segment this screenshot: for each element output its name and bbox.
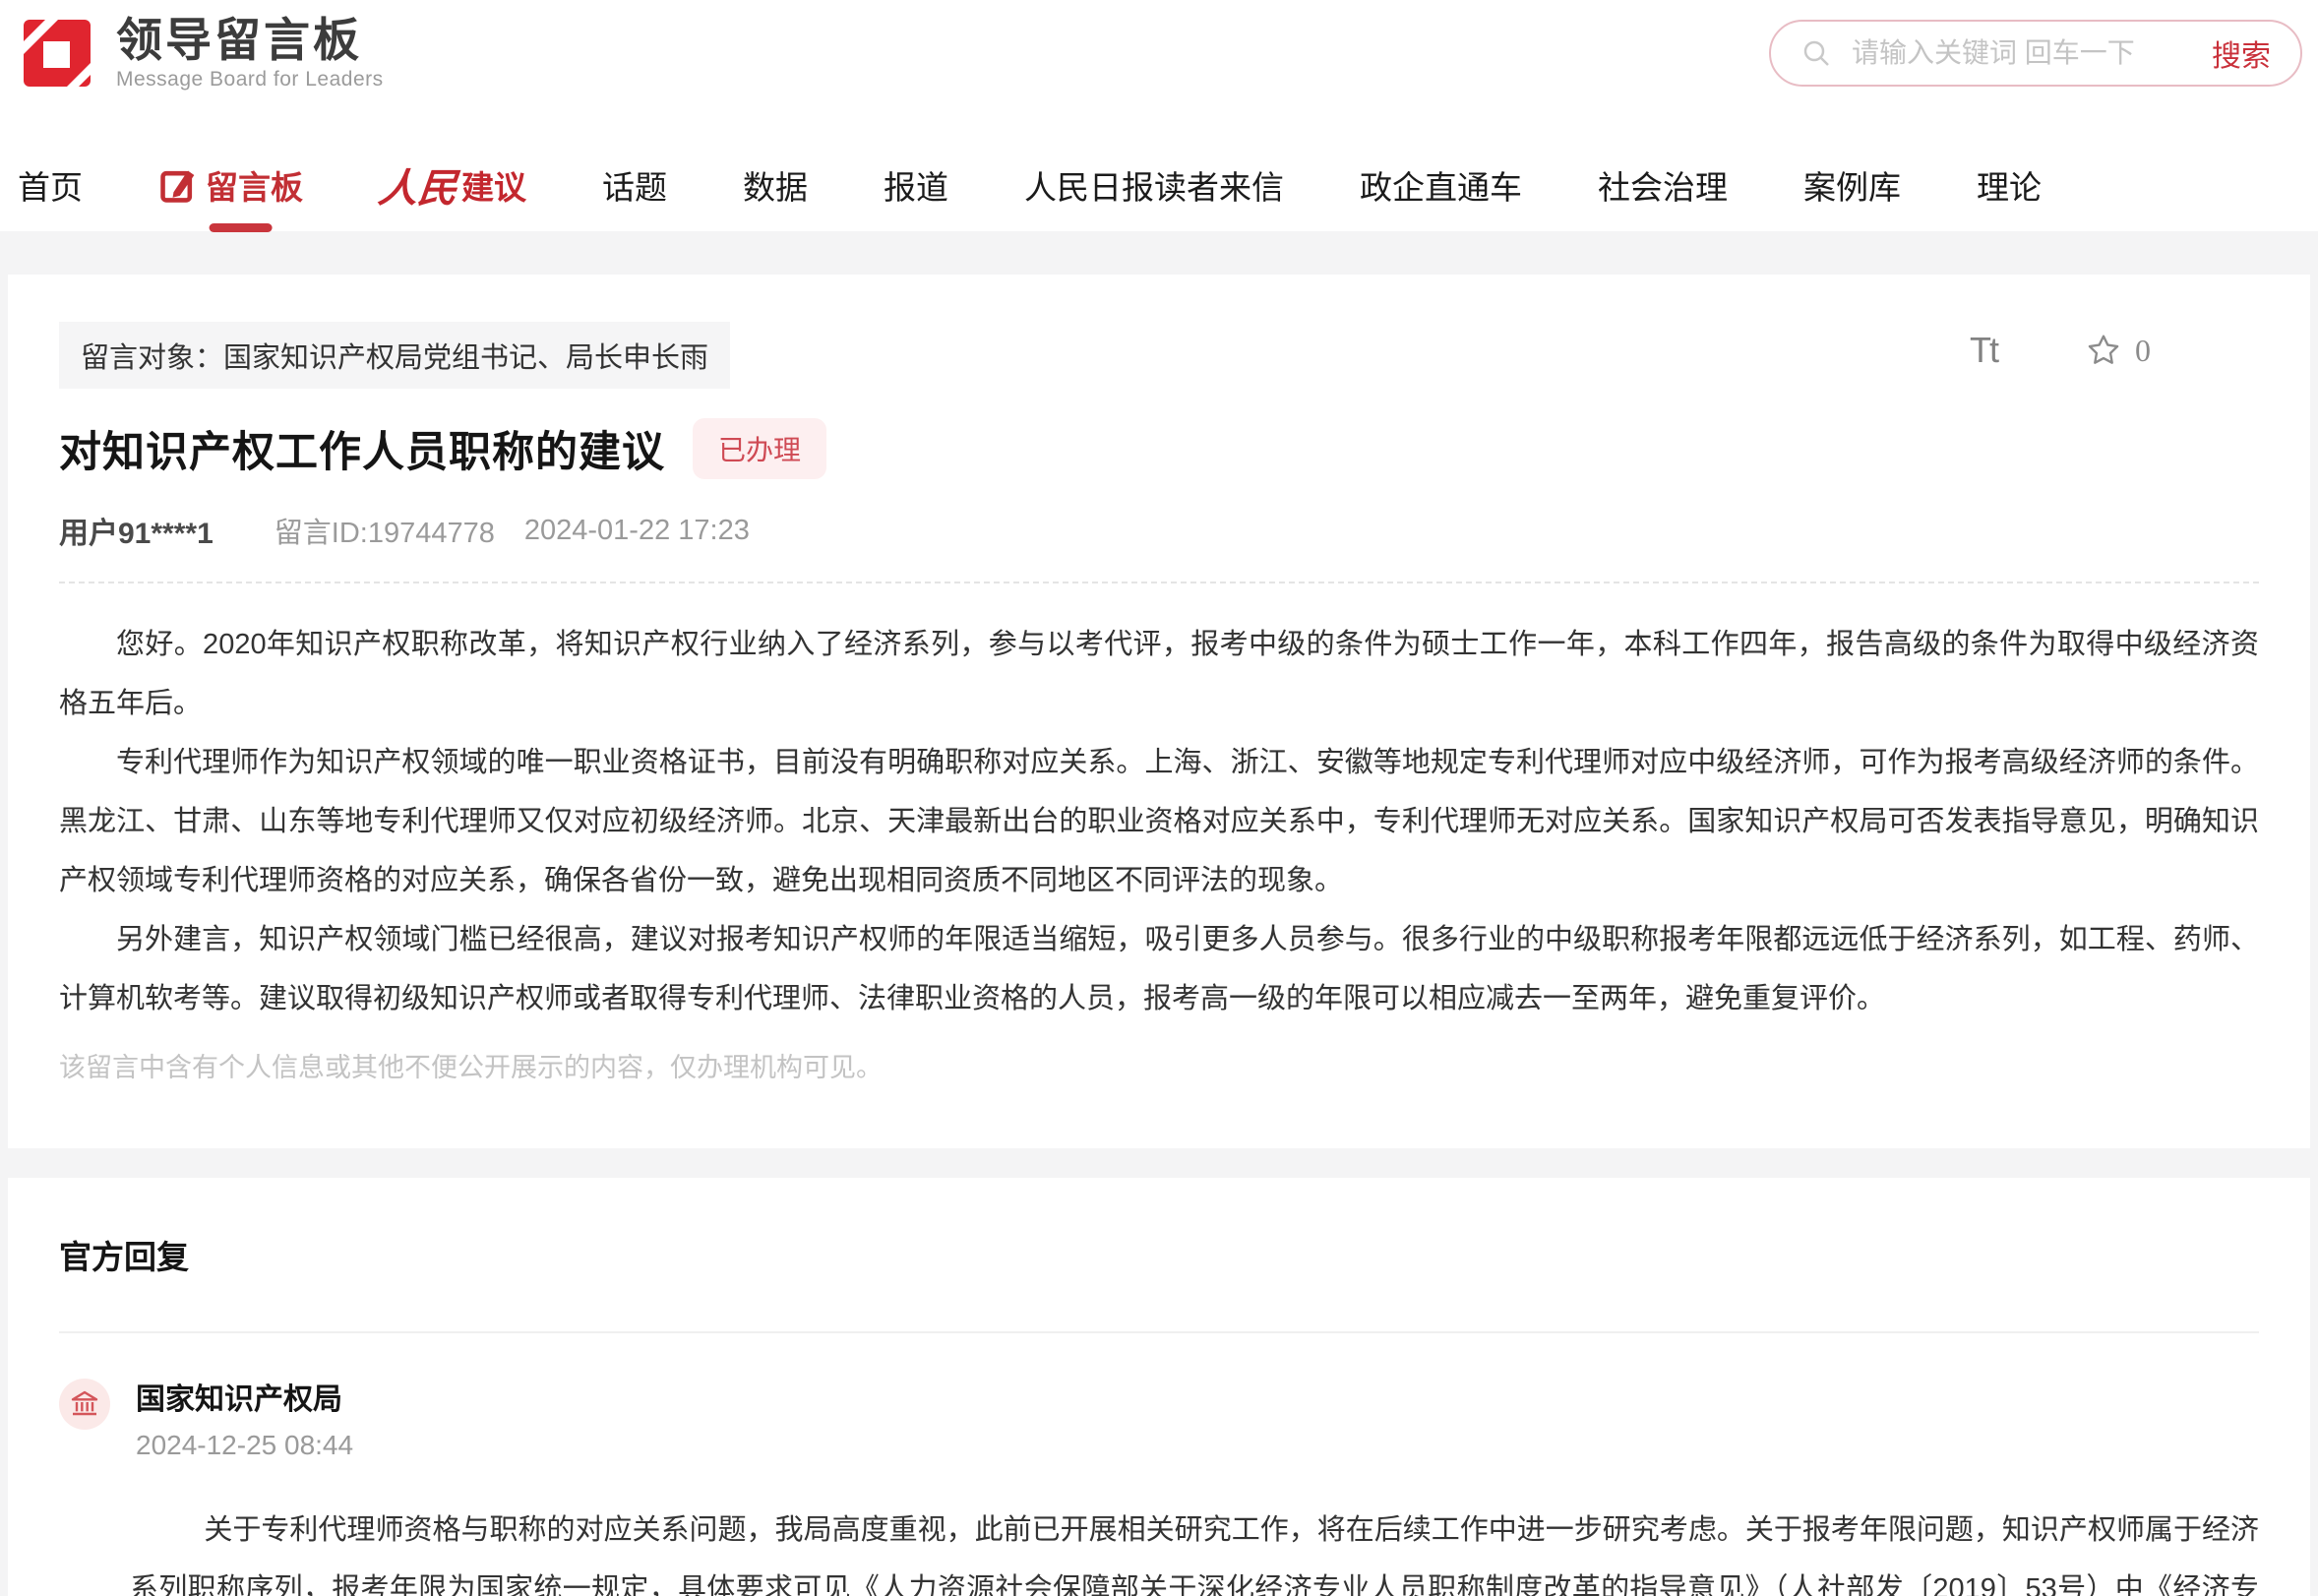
nav-item-reports[interactable]: 报道 — [884, 161, 948, 209]
logo-title: 领导留言板 — [116, 15, 384, 66]
nav-item-reader-letters[interactable]: 人民日报读者来信 — [1024, 161, 1284, 209]
message-body: 您好。2020年知识产权职称改革，将知识产权行业纳入了经济系列，参与以考代评，报… — [59, 615, 2259, 1028]
reply-body: 关于专利代理师资格与职称的对应关系问题，我局高度重视，此前已开展相关研究工作，将… — [130, 1501, 2259, 1596]
site-logo[interactable]: 领导留言板 Message Board for Leaders — [16, 12, 384, 94]
nav-item-peoples-suggestion[interactable]: 人民 建议 — [379, 156, 526, 214]
nav-item-data[interactable]: 数据 — [743, 161, 808, 209]
message-paragraph: 您好。2020年知识产权职称改革，将知识产权行业纳入了经济系列，参与以考代评，报… — [59, 615, 2259, 733]
privacy-note: 该留言中含有个人信息或其他不便公开展示的内容，仅办理机构可见。 — [59, 1040, 2259, 1095]
nav-item-social-governance[interactable]: 社会治理 — [1598, 161, 1728, 209]
nav-item-home[interactable]: 首页 — [18, 161, 83, 209]
star-icon — [2086, 333, 2121, 368]
government-building-icon — [69, 1388, 100, 1420]
nav-item-gov-enterprise[interactable]: 政企直通车 — [1360, 161, 1522, 209]
search-button[interactable]: 搜索 — [2212, 31, 2271, 75]
nav-item-case-library[interactable]: 案例库 — [1803, 161, 1901, 209]
message-timestamp: 2024-01-22 17:23 — [524, 515, 750, 547]
agency-avatar — [59, 1379, 110, 1430]
logo-icon — [16, 12, 98, 94]
edit-pencil-icon — [158, 165, 198, 205]
message-target-tag: 留言对象：国家知识产权局党组书记、局长申长雨 — [59, 322, 730, 389]
message-paragraph: 专利代理师作为知识产权领域的唯一职业资格证书，目前没有明确职称对应关系。上海、浙… — [59, 733, 2259, 910]
main-nav: 首页 留言板 人民 建议 话题 数据 报道 人民日报读者来信 政企直通车 社会治… — [0, 138, 2318, 231]
favorite-control[interactable]: 0 — [2086, 333, 2151, 369]
message-title: 对知识产权工作人员职称的建议 — [59, 418, 665, 479]
status-badge: 已办理 — [693, 418, 826, 479]
nav-item-message-board[interactable]: 留言板 — [158, 161, 303, 209]
message-id: 留言ID:19744778 — [274, 510, 495, 551]
reply-section-title: 官方回复 — [59, 1231, 2259, 1278]
reply-timestamp: 2024-12-25 08:44 — [136, 1430, 353, 1461]
message-card: 留言对象：国家知识产权局党组书记、局长申长雨 Tt 0 对知识产权工作人员职称的… — [8, 275, 2310, 1148]
favorite-count: 0 — [2135, 333, 2151, 369]
brand-calligraphy: 人民 — [376, 156, 460, 214]
logo-subtitle: Message Board for Leaders — [116, 68, 384, 92]
search-input[interactable] — [1852, 37, 2212, 69]
search-icon — [1800, 37, 1832, 69]
official-reply-card: 官方回复 国家知识产权局 2024-12-25 08:44 关于专利代理师资格与… — [8, 1178, 2310, 1596]
nav-item-label: 留言板 — [206, 161, 303, 209]
search-box[interactable]: 搜索 — [1769, 20, 2302, 87]
reply-separator — [59, 1331, 2259, 1333]
agency-name: 国家知识产权局 — [136, 1375, 353, 1418]
page-header: 领导留言板 Message Board for Leaders 搜索 — [0, 0, 2318, 138]
active-tab-underline — [209, 223, 272, 232]
nav-item-topics[interactable]: 话题 — [602, 161, 667, 209]
dashed-separator — [59, 582, 2259, 583]
message-paragraph: 另外建言，知识产权领域门槛已经很高，建议对报考知识产权师的年限适当缩短，吸引更多… — [59, 910, 2259, 1028]
nav-item-theory[interactable]: 理论 — [1977, 161, 2042, 209]
font-size-toggle[interactable]: Tt — [1970, 330, 1997, 371]
message-author: 用户91****1 — [59, 509, 214, 552]
brand-rest: 建议 — [461, 161, 526, 209]
